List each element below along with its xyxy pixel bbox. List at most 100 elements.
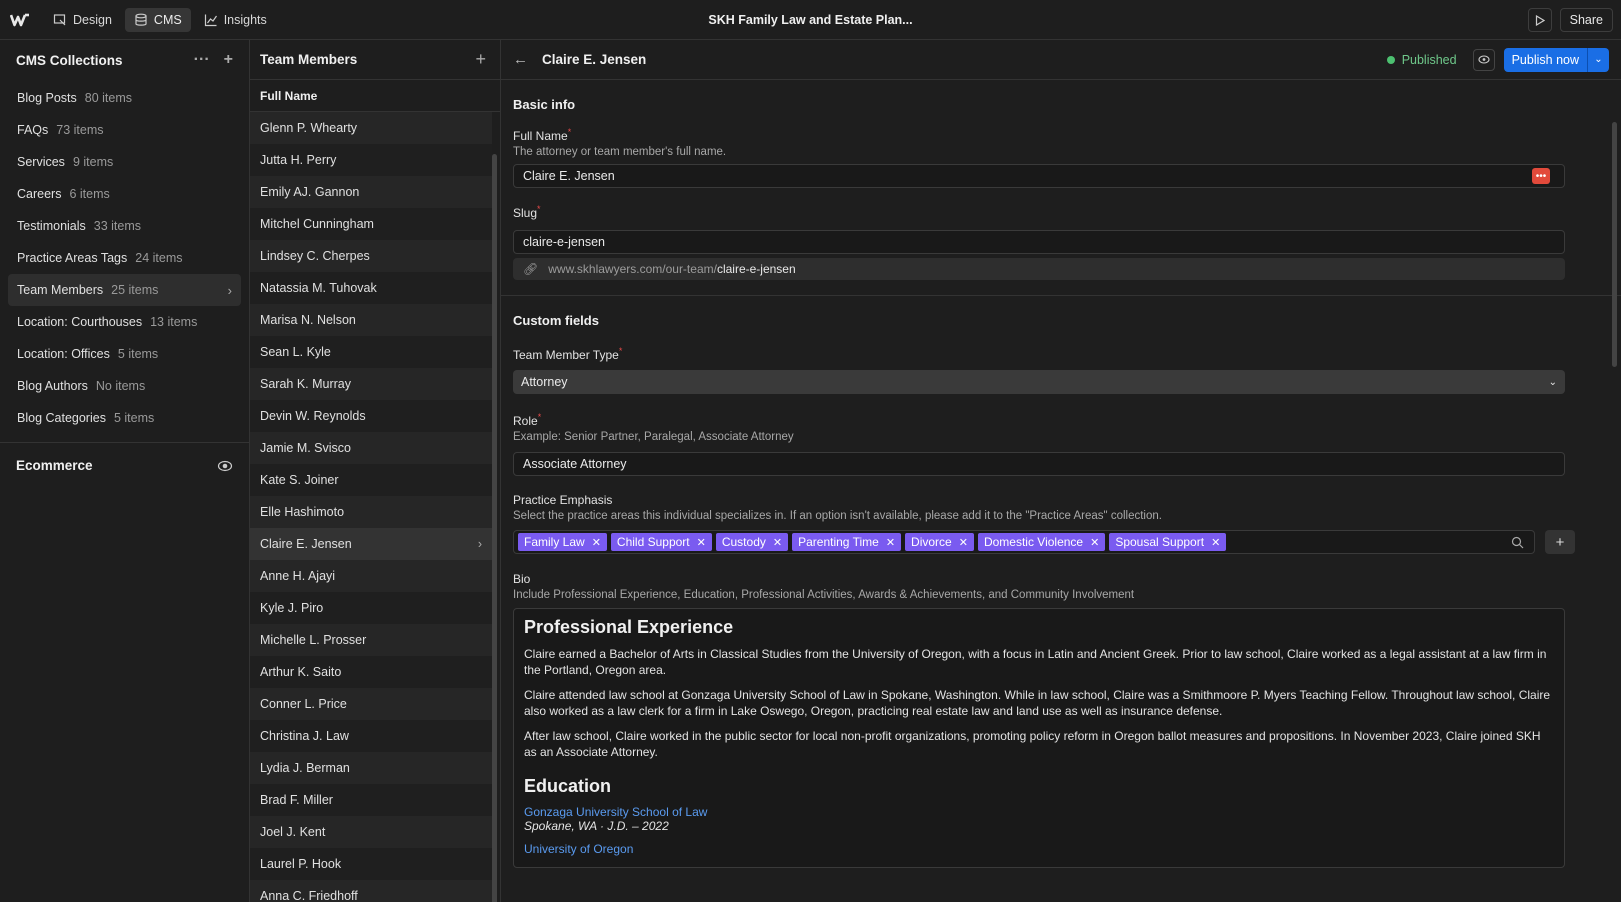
slug-value: claire-e-jensen <box>523 235 605 249</box>
search-icon[interactable] <box>1511 536 1524 549</box>
editor-scrollbar[interactable] <box>1612 122 1617 367</box>
items-scrollbar[interactable] <box>492 154 497 902</box>
education-detail: Spokane, WA · J.D. – 2022 <box>524 819 669 833</box>
table-row[interactable]: Sarah K. Murray <box>250 368 492 400</box>
collection-item-count: 5 items <box>117 347 159 361</box>
chevron-right-icon: › <box>477 537 482 551</box>
table-row[interactable]: Christina J. Law <box>250 720 492 752</box>
row-full-name: Devin W. Reynolds <box>260 409 366 423</box>
table-row[interactable]: Brad F. Miller <box>250 784 492 816</box>
share-button[interactable]: Share <box>1559 8 1613 32</box>
role-value: Associate Attorney <box>523 457 627 471</box>
table-row[interactable]: Natassia M. Tuhovak <box>250 272 492 304</box>
table-row[interactable]: Marisa N. Nelson <box>250 304 492 336</box>
item-title: Claire E. Jensen <box>542 52 647 67</box>
back-arrow-icon[interactable]: ← <box>513 51 528 68</box>
table-row[interactable]: Conner L. Price <box>250 688 492 720</box>
practice-tag-label: Child Support <box>616 535 690 549</box>
status-dot-icon <box>1386 55 1395 64</box>
row-full-name: Glenn P. Whearty <box>260 121 358 135</box>
full-name-input[interactable]: Claire E. Jensen ••• <box>513 164 1565 188</box>
collection-item-count: 13 items <box>150 315 198 329</box>
table-row[interactable]: Laurel P. Hook <box>250 848 492 880</box>
webflow-logo-icon[interactable] <box>0 0 40 40</box>
collection-item[interactable]: Blog Categories 5 items <box>8 402 241 434</box>
slug-input[interactable]: claire-e-jensen <box>513 230 1565 254</box>
ecommerce-section[interactable]: Ecommerce <box>0 442 249 488</box>
table-row[interactable]: Sean L. Kyle <box>250 336 492 368</box>
publish-now-button[interactable]: Publish now <box>1504 48 1587 72</box>
table-row[interactable]: Glenn P. Whearty <box>250 112 492 144</box>
table-row[interactable]: Claire E. Jensen › <box>250 528 492 560</box>
status-label: Published <box>1401 52 1457 67</box>
education-link-oregon[interactable]: University of Oregon <box>524 842 1554 856</box>
collection-item[interactable]: Blog Posts 80 items <box>8 82 241 114</box>
table-row[interactable]: Lindsey C. Cherpes <box>250 240 492 272</box>
full-name-help: The attorney or team member's full name. <box>513 146 727 158</box>
remove-tag-icon[interactable]: ✕ <box>1090 536 1099 549</box>
role-input[interactable]: Associate Attorney <box>513 452 1565 476</box>
practice-tag: Child Support ✕ <box>610 533 712 551</box>
collection-item[interactable]: Location: Courthouses 13 items <box>8 306 241 338</box>
table-row[interactable]: Arthur K. Saito <box>250 656 492 688</box>
collection-item[interactable]: Careers 6 items <box>8 178 241 210</box>
table-row[interactable]: Joel J. Kent <box>250 816 492 848</box>
url-preview: 🔗︎ www.skhlawyers.com/our-team/claire-e-… <box>513 258 1565 280</box>
practice-tag: Spousal Support ✕ <box>1109 533 1227 551</box>
publish-dropdown-icon[interactable]: ⌄ <box>1587 47 1609 72</box>
preview-button[interactable] <box>1527 8 1552 32</box>
remove-tag-icon[interactable]: ✕ <box>773 536 782 549</box>
remove-tag-icon[interactable]: ✕ <box>959 536 968 549</box>
add-item-icon[interactable]: + <box>475 49 486 70</box>
remove-tag-icon[interactable]: ✕ <box>697 536 706 549</box>
collection-item-label: FAQs <box>17 123 49 137</box>
education-link-gonzaga[interactable]: Gonzaga University School of Law <box>524 805 1554 819</box>
row-full-name: Natassia M. Tuhovak <box>260 281 377 295</box>
team-member-type-select[interactable]: Attorney ⌄ <box>513 370 1565 394</box>
collection-item[interactable]: Practice Areas Tags 24 items <box>8 242 241 274</box>
table-row[interactable]: Lydia J. Berman <box>250 752 492 784</box>
collection-item[interactable]: Blog Authors No items <box>8 370 241 402</box>
preview-item-button[interactable] <box>1472 48 1495 71</box>
collection-item[interactable]: FAQs 73 items <box>8 114 241 146</box>
more-options-icon[interactable]: ··· <box>194 51 210 69</box>
tab-insights[interactable]: Insights <box>195 8 276 32</box>
tab-design[interactable]: Design <box>44 8 121 32</box>
collection-item[interactable]: Team Members 25 items › <box>8 274 241 306</box>
collection-item-label: Services <box>17 155 65 169</box>
tab-cms[interactable]: CMS <box>124 7 191 32</box>
practice-tag-label: Spousal Support <box>1115 535 1205 549</box>
add-collection-icon[interactable]: + <box>224 51 233 69</box>
chevron-down-icon: ⌄ <box>1548 376 1557 388</box>
remove-tag-icon[interactable]: ✕ <box>886 536 895 549</box>
table-row[interactable]: Kate S. Joiner <box>250 464 492 496</box>
collection-item[interactable]: Location: Offices 5 items <box>8 338 241 370</box>
table-row[interactable]: Jamie M. Svisco <box>250 432 492 464</box>
row-full-name: Anna C. Friedhoff <box>260 889 358 902</box>
collection-item[interactable]: Testimonials 33 items <box>8 210 241 242</box>
bio-rich-text-editor[interactable]: Professional Experience Claire earned a … <box>513 608 1565 868</box>
link-icon: 🔗︎ <box>523 262 539 276</box>
collection-item-count: 80 items <box>84 91 133 105</box>
table-row[interactable]: Kyle J. Piro <box>250 592 492 624</box>
column-header-full-name[interactable]: Full Name <box>250 80 500 112</box>
practice-tag-label: Family Law <box>524 535 585 549</box>
table-row[interactable]: Anne H. Ajayi <box>250 560 492 592</box>
remove-tag-icon[interactable]: ✕ <box>592 536 601 549</box>
add-practice-area-button[interactable]: + <box>1545 530 1575 554</box>
full-name-value: Claire E. Jensen <box>523 169 615 183</box>
practice-emphasis-field[interactable]: Family Law ✕ Child Support ✕ Custody ✕ Parenti… <box>513 530 1535 554</box>
table-row[interactable]: Devin W. Reynolds <box>250 400 492 432</box>
password-manager-icon[interactable]: ••• <box>1532 168 1550 184</box>
toggle-icon[interactable] <box>217 460 233 472</box>
table-row[interactable]: Mitchel Cunningham <box>250 208 492 240</box>
remove-tag-icon[interactable]: ✕ <box>1211 536 1220 549</box>
row-full-name: Emily AJ. Gannon <box>260 185 360 199</box>
table-row[interactable]: Michelle L. Prosser <box>250 624 492 656</box>
table-row[interactable]: Elle Hashimoto <box>250 496 492 528</box>
table-row[interactable]: Jutta H. Perry <box>250 144 492 176</box>
collection-item[interactable]: Services 9 items <box>8 146 241 178</box>
table-row[interactable]: Anna C. Friedhoff <box>250 880 492 902</box>
team-member-type-value: Attorney <box>521 375 568 389</box>
table-row[interactable]: Emily AJ. Gannon <box>250 176 492 208</box>
